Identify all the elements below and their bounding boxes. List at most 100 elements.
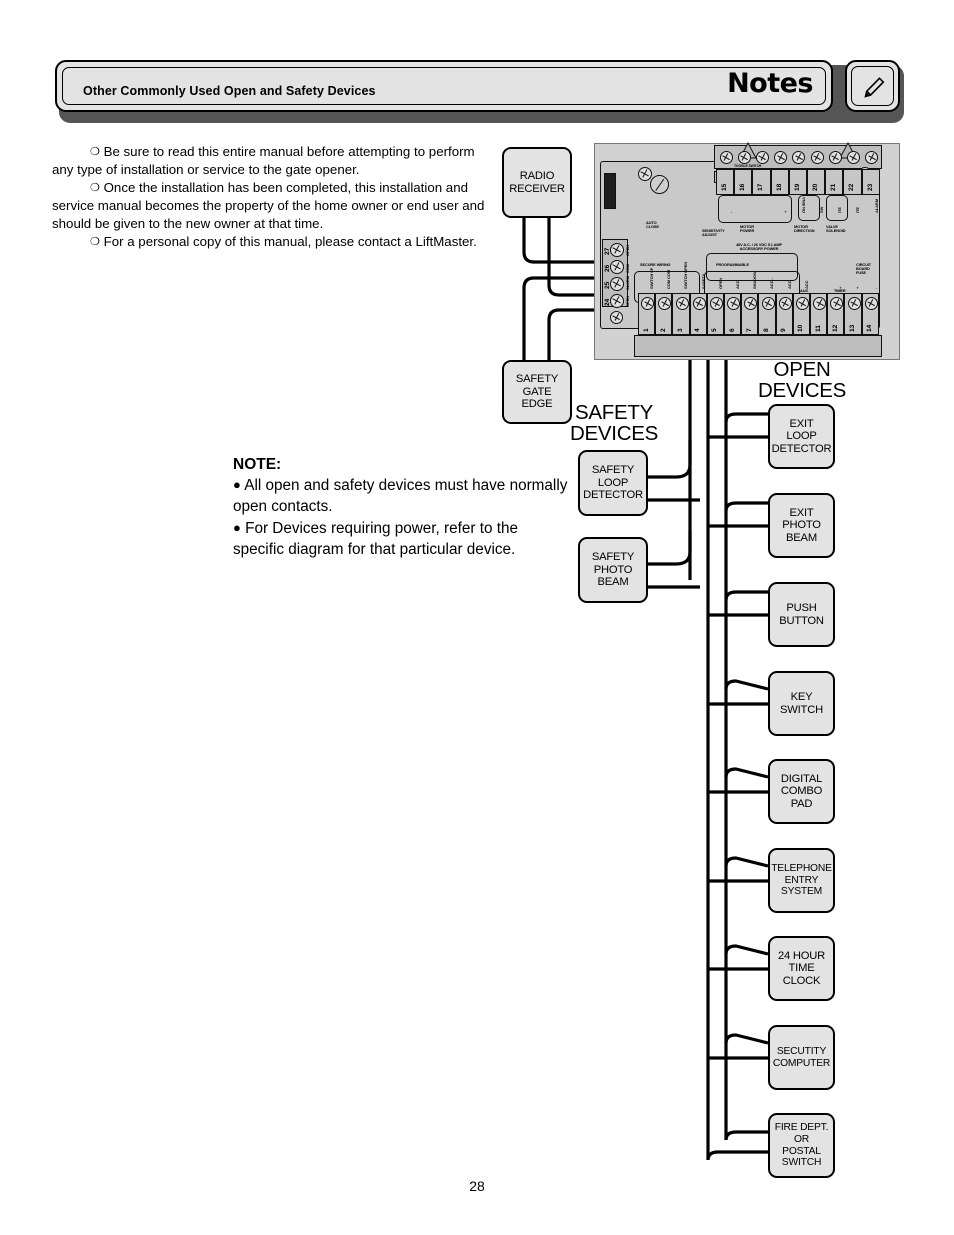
device-box-24-hour-time-clock[interactable]: 24 HOUR TIME CLOCK xyxy=(768,936,835,1001)
terminal-label: SHADOW xyxy=(752,271,758,289)
pcb-annotation-sensitivity: SENSITIVITY ADJUST xyxy=(702,228,725,238)
device-box-safety-photo-beam[interactable]: SAFETY PHOTO BEAM xyxy=(578,537,648,603)
terminal-label: ACC xyxy=(735,280,740,289)
device-box-radio-receiver[interactable]: RADIO RECEIVER xyxy=(502,147,572,218)
bullet-glyph: ● xyxy=(233,477,241,493)
terminal-screw xyxy=(610,294,624,308)
device-label: SECUTITY COMPUTER xyxy=(772,1045,831,1069)
terminal-number: 11 xyxy=(814,325,822,332)
pcb-annotation-motor-direction: MOTOR DIRECTION xyxy=(794,224,815,234)
device-label: DIGITAL COMBO PAD xyxy=(780,772,823,810)
terminal-number: 8 xyxy=(762,328,770,332)
page-number: 28 xyxy=(469,1178,485,1194)
device-box-digital-combo-pad[interactable]: DIGITAL COMBO PAD xyxy=(768,759,835,824)
terminal-label: + xyxy=(782,210,788,213)
terminal-label: SWITCH SP xyxy=(649,267,654,289)
terminal-label: OPEN xyxy=(717,278,723,289)
terminal-label: SAFETY xyxy=(700,273,706,289)
device-box-fire-dept-postal-switch[interactable]: FIRE DEPT. OR POSTAL SWITCH xyxy=(768,1113,835,1178)
note-item-text: For Devices requiring power, refer to th… xyxy=(233,519,519,558)
pcb-annotation-programmable: PROGRAMMABLE xyxy=(716,262,749,267)
page-header: Other Commonly Used Open and Safety Devi… xyxy=(55,60,904,123)
pcb-annotation-auto-close: AUTO CLOSE xyxy=(646,220,659,230)
terminal-cell xyxy=(843,169,862,195)
trimmer-auto-close xyxy=(650,175,669,194)
device-label: FIRE DEPT. OR POSTAL SWITCH xyxy=(774,1122,829,1169)
notes-label: Notes xyxy=(727,68,813,99)
terminal-screw xyxy=(692,297,706,310)
terminal-number: 3 xyxy=(676,328,684,332)
terminal-screw xyxy=(610,243,624,257)
terminal-screw xyxy=(828,151,842,164)
device-box-key-switch[interactable]: KEY SWITCH xyxy=(768,671,835,736)
terminal-label: - xyxy=(728,211,733,213)
terminal-number: 12 xyxy=(831,324,839,332)
header-title-bar: Other Commonly Used Open and Safety Devi… xyxy=(55,60,833,112)
terminal-label: SWITCH OPEN xyxy=(683,261,689,289)
terminal-number: 26 xyxy=(604,264,611,272)
pcb-annotation-circuit-fuse: CIRCUIT BOARD FUSE xyxy=(856,262,872,276)
pcb-annotation-secure-wiring: SECURE WIRING xyxy=(640,262,671,267)
notes-pencil-box xyxy=(845,60,900,112)
intro-paragraph: ❍ Be sure to read this entire manual bef… xyxy=(52,143,492,179)
terminal-number: 4 xyxy=(694,328,702,332)
terminal-label: + xyxy=(855,286,861,289)
terminal-number: 10 xyxy=(797,324,805,332)
terminal-screw xyxy=(719,151,733,164)
device-label: RADIO RECEIVER xyxy=(509,169,565,195)
device-box-exit-photo-beam[interactable]: EXIT PHOTO BEAM xyxy=(768,493,835,558)
terminal-cell xyxy=(861,169,880,195)
terminal-label: ACC - xyxy=(769,278,775,289)
terminal-label: ON /ENA xyxy=(800,197,806,213)
control-board: 48V A.C. / 26 VDC 5.1 AMP ACCESSORY POWE… xyxy=(594,141,900,360)
note-heading: NOTE: xyxy=(233,456,282,473)
intro-paragraph: ❍ Once the installation has been complet… xyxy=(52,179,492,233)
note-item: ● For Devices requiring power, refer to … xyxy=(233,518,573,560)
terminal-screw xyxy=(761,297,775,310)
terminal-number: 23 xyxy=(866,183,874,191)
device-label: PUSH BUTTON xyxy=(779,601,824,627)
terminal-number: 9 xyxy=(780,328,788,332)
terminal-label: COM COM xyxy=(666,269,672,289)
mounting-screw xyxy=(638,167,652,181)
terminal-number: 25 xyxy=(604,281,611,289)
terminal-screw xyxy=(737,151,751,164)
terminal-cell xyxy=(825,169,844,195)
terminal-cell xyxy=(788,169,807,195)
terminal-label: - xyxy=(872,287,878,289)
terminal-screw xyxy=(796,297,809,310)
terminal-label: ITE xyxy=(855,207,861,213)
bullet-glyph: ● xyxy=(233,519,241,535)
terminal-number: 16 xyxy=(739,183,747,191)
device-box-push-button[interactable]: PUSH BUTTON xyxy=(768,582,835,647)
device-label: KEY SWITCH xyxy=(780,690,823,716)
terminal-cell xyxy=(807,169,826,195)
pcb-annotation-motor-power: MOTOR POWER xyxy=(740,224,755,234)
pcb-annotation-valve-solenoid: VALVE SOLENOID xyxy=(826,224,846,234)
terminal-number: 21 xyxy=(830,183,838,191)
terminal-cell xyxy=(734,169,753,195)
device-box-exit-loop-detector[interactable]: EXIT LOOP DETECTOR xyxy=(768,404,835,469)
device-label: SAFETY LOOP DETECTOR xyxy=(583,464,643,502)
terminal-label: COM xyxy=(625,263,630,273)
terminal-number: 22 xyxy=(848,183,856,191)
terminal-cell xyxy=(770,169,789,195)
intro-text: ❍ Be sure to read this entire manual bef… xyxy=(52,143,492,251)
terminal-label: ACC xyxy=(786,280,792,289)
device-box-security-computer[interactable]: SECUTITY COMPUTER xyxy=(768,1025,835,1090)
device-box-safety-loop-detector[interactable]: SAFETY LOOP DETECTOR xyxy=(578,450,648,516)
intro-paragraph-text: For a personal copy of this manual, plea… xyxy=(103,234,477,250)
terminal-screw xyxy=(847,297,861,310)
terminal-number: 14 xyxy=(866,324,874,332)
section-title: Other Commonly Used Open and Safety Devi… xyxy=(83,84,376,98)
device-box-safety-gate-edge[interactable]: SAFETY GATE EDGE xyxy=(502,360,572,424)
device-box-telephone-entry-system[interactable]: TELEPHONE ENTRY SYSTEM xyxy=(768,848,835,913)
device-label: EXIT LOOP DETECTOR xyxy=(771,417,832,455)
device-label: 24 HOUR TIME CLOCK xyxy=(777,949,826,987)
terminal-number: 18 xyxy=(775,183,783,191)
intro-paragraph-text: Be sure to read this entire manual befor… xyxy=(52,144,475,178)
terminal-label: OPEN xyxy=(625,245,630,256)
terminal-number: 7 xyxy=(745,328,753,332)
terminal-screw xyxy=(610,260,624,274)
terminal-number: 2 xyxy=(659,328,667,332)
